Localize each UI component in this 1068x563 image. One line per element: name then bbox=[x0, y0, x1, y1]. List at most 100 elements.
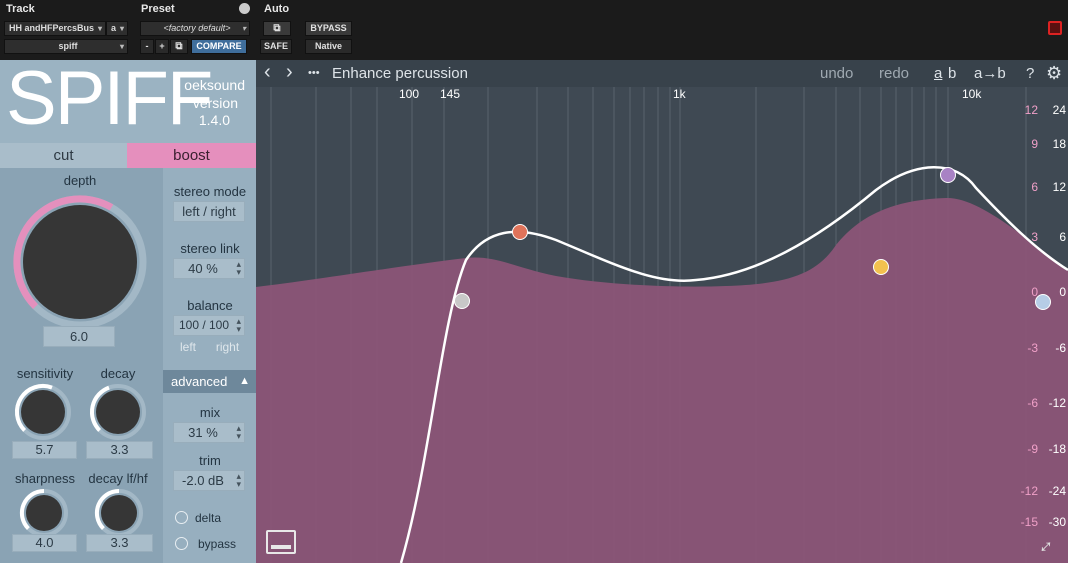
preset-name: <factory default> bbox=[163, 23, 231, 33]
depth-knob[interactable] bbox=[11, 193, 149, 331]
redo-button[interactable]: redo bbox=[879, 60, 909, 87]
db-scale-label: -12 bbox=[1048, 396, 1066, 410]
sharpness-value[interactable]: 4.0 bbox=[12, 534, 77, 552]
spectrum-fill bbox=[256, 197, 1068, 563]
freq-label-100: 100 bbox=[399, 87, 420, 101]
db-scale-label: 6 bbox=[1059, 230, 1066, 244]
graph-canvas bbox=[256, 87, 1068, 563]
insert-selector[interactable]: spiff ▾ bbox=[4, 39, 128, 54]
db-scale-label: 0 bbox=[1059, 285, 1066, 299]
freq-label-145: 145 bbox=[440, 87, 461, 101]
db-scale-label: 18 bbox=[1052, 137, 1066, 151]
sensitivity-knob[interactable] bbox=[13, 382, 73, 442]
depth-value[interactable]: 6.0 bbox=[43, 326, 115, 347]
sensitivity-value[interactable]: 5.7 bbox=[12, 441, 77, 459]
vendor-name: oeksound bbox=[184, 77, 245, 93]
db-scale-label: 0 bbox=[1031, 285, 1038, 299]
mix-value: 31 % bbox=[188, 425, 218, 440]
stereo-mode-label: stereo mode bbox=[173, 184, 247, 199]
advanced-toggle[interactable]: advanced ▲ bbox=[163, 370, 256, 393]
db-scale-label: 9 bbox=[1031, 137, 1038, 151]
trim-value: -2.0 dB bbox=[182, 473, 224, 488]
db-scale-label: 12 bbox=[1024, 103, 1038, 117]
eq-node-4[interactable] bbox=[940, 167, 956, 183]
decay-lfhf-value[interactable]: 3.3 bbox=[86, 534, 153, 552]
native-button[interactable]: Native bbox=[305, 39, 352, 54]
stepper-icon[interactable]: ▴ ▾ bbox=[236, 260, 241, 277]
forward-icon[interactable]: › bbox=[286, 60, 293, 85]
stereo-link-value: 40 % bbox=[188, 261, 218, 276]
trim-field[interactable]: -2.0 dB ▴ ▾ bbox=[173, 470, 245, 491]
db-scale-label: -18 bbox=[1048, 442, 1066, 456]
boost-mode-button[interactable]: boost bbox=[127, 143, 256, 168]
advanced-label: advanced bbox=[171, 374, 228, 389]
bypass-radio[interactable] bbox=[175, 537, 188, 550]
safe-button[interactable]: SAFE bbox=[260, 39, 292, 54]
preset-prev-button[interactable]: - bbox=[140, 39, 154, 54]
db-scale-label: -9 bbox=[1027, 442, 1038, 456]
mix-field[interactable]: 31 % ▴ ▾ bbox=[173, 422, 245, 443]
decay-lfhf-knob[interactable] bbox=[93, 487, 145, 539]
balance-value: 100 / 100 bbox=[178, 318, 230, 332]
delta-label: delta bbox=[195, 511, 222, 525]
undo-button[interactable]: undo bbox=[820, 60, 853, 87]
db-scale-label: -24 bbox=[1048, 484, 1066, 498]
db-scale-label: 6 bbox=[1031, 180, 1038, 194]
version-label: version bbox=[192, 95, 238, 111]
plugin-window: SPIFF oeksound version 1.4.0 cut boost d… bbox=[0, 58, 1068, 563]
track-channel: a bbox=[111, 23, 117, 33]
logo-area: SPIFF oeksound version 1.4.0 bbox=[0, 58, 256, 143]
automation-icon[interactable]: ⧉ bbox=[263, 21, 291, 36]
a-to-b-button[interactable]: a→b bbox=[974, 60, 1006, 87]
stereo-mode-select[interactable]: left / right bbox=[173, 201, 245, 222]
sensitivity-label: sensitivity bbox=[16, 366, 74, 381]
preset-next-button[interactable]: + bbox=[155, 39, 169, 54]
track-channel-selector[interactable]: a ▾ bbox=[106, 21, 128, 36]
spectrum-toggle-icon[interactable] bbox=[266, 530, 296, 554]
eq-node-3[interactable] bbox=[873, 259, 889, 275]
track-selector[interactable]: HH andHFPercsBus ▾ bbox=[4, 21, 106, 36]
db-scale-label: 12 bbox=[1052, 180, 1066, 194]
gear-icon[interactable]: ⚙ bbox=[1046, 60, 1062, 87]
balance-left-label: left bbox=[179, 340, 196, 354]
sharpness-knob[interactable] bbox=[18, 487, 70, 539]
chevron-down-icon: ▾ bbox=[241, 24, 246, 33]
db-scale-label: 24 bbox=[1052, 103, 1066, 117]
db-scale-label: 3 bbox=[1031, 230, 1038, 244]
freq-label-10k: 10k bbox=[962, 87, 982, 101]
db-scale-label: -6 bbox=[1055, 341, 1066, 355]
eq-node-2[interactable] bbox=[512, 224, 528, 240]
copy-icon[interactable]: ⧉ bbox=[170, 39, 188, 54]
db-scale-label: -30 bbox=[1048, 515, 1066, 529]
balance-field[interactable]: 100 / 100 ▴ ▾ bbox=[173, 315, 245, 336]
preset-title[interactable]: Enhance percussion bbox=[332, 60, 468, 87]
back-icon[interactable]: ‹ bbox=[264, 60, 271, 85]
compare-button[interactable]: COMPARE bbox=[191, 39, 247, 54]
version-number: 1.4.0 bbox=[198, 112, 230, 128]
delta-radio[interactable] bbox=[175, 511, 188, 524]
db-scale-label: -3 bbox=[1027, 341, 1038, 355]
stepper-icon[interactable]: ▴ ▾ bbox=[236, 424, 241, 441]
mix-label: mix bbox=[199, 405, 221, 420]
eq-graph[interactable]: 100 145 1k 10k 12 9 6 3 0 -3 -6 -9 -12 -… bbox=[256, 60, 1068, 563]
db-scale-label: -6 bbox=[1027, 396, 1038, 410]
more-icon[interactable]: ••• bbox=[308, 60, 320, 87]
decay-value[interactable]: 3.3 bbox=[86, 441, 153, 459]
cut-mode-button[interactable]: cut bbox=[0, 143, 127, 168]
balance-right-label: right bbox=[215, 340, 240, 354]
preset-selector[interactable]: <factory default> ▾ bbox=[140, 21, 250, 36]
help-button[interactable]: ? bbox=[1026, 60, 1034, 87]
track-label: Track bbox=[6, 3, 35, 15]
ab-a-button[interactable]: a bbox=[934, 60, 942, 87]
chevron-up-icon: ▲ bbox=[239, 375, 250, 387]
stepper-icon[interactable]: ▴ ▾ bbox=[236, 317, 241, 334]
decay-knob[interactable] bbox=[88, 382, 148, 442]
bypass-button[interactable]: BYPASS bbox=[305, 21, 352, 36]
ab-b-button[interactable]: b bbox=[948, 60, 956, 87]
eq-node-1[interactable] bbox=[454, 293, 470, 309]
stereo-link-field[interactable]: 40 % ▴ ▾ bbox=[173, 258, 245, 279]
control-panel: SPIFF oeksound version 1.4.0 cut boost d… bbox=[0, 58, 256, 563]
power-icon[interactable] bbox=[1048, 21, 1062, 35]
stepper-icon[interactable]: ▴ ▾ bbox=[236, 472, 241, 489]
preset-menu-icon[interactable] bbox=[239, 3, 250, 14]
